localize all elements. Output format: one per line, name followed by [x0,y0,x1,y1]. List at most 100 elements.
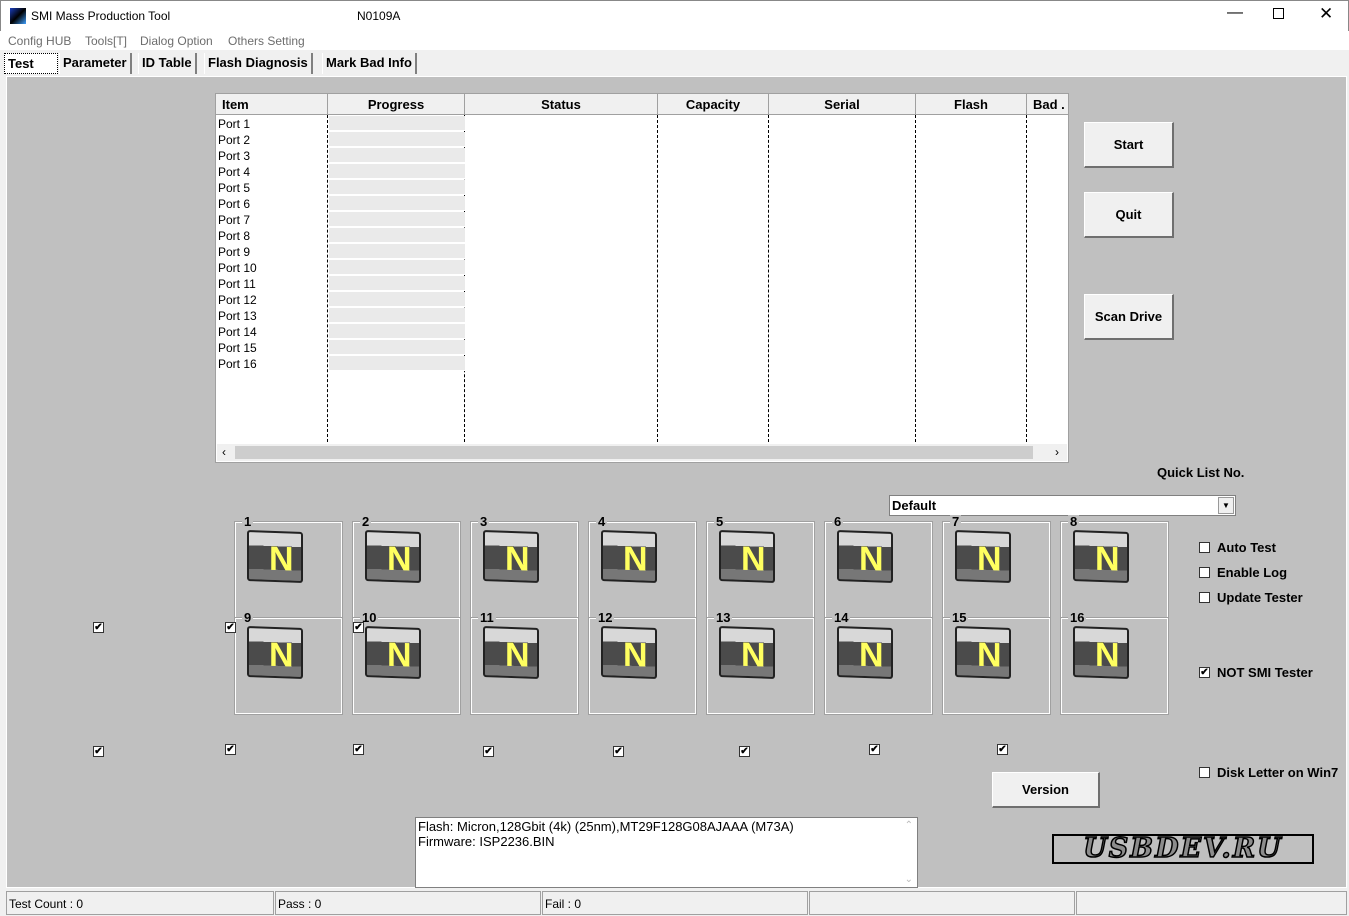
column-header[interactable]: Item [216,94,328,115]
minimize-button[interactable]: — [1227,4,1243,22]
drive-status-icon: N [837,626,893,679]
port-checkbox[interactable]: ✔ [869,744,880,755]
port-checkbox[interactable]: ✔ [739,746,750,757]
menu-dialog-option[interactable]: Dialog Option [140,34,213,48]
port-slot[interactable]: 2N [352,515,461,619]
drive-letter: N [1095,635,1120,675]
close-button[interactable]: ✕ [1319,4,1333,24]
scroll-up-icon[interactable]: ⌃ [905,820,913,831]
drive-letter: N [623,539,648,579]
test-count-status: Test Count : 0 [6,891,274,915]
port-slot[interactable]: 16 N [1060,611,1169,715]
scan-drive-button[interactable]: Scan Drive [1084,294,1174,340]
port-row-label[interactable]: Port 15 [218,340,257,356]
port-row-label[interactable]: Port 5 [218,180,250,196]
port-row-label[interactable]: Port 16 [218,356,257,372]
port-slot[interactable]: 15 N [942,611,1051,715]
port-row-label[interactable]: Port 11 [218,276,256,292]
port-slot[interactable]: 4N [588,515,697,619]
port-slot[interactable]: 14 N [824,611,933,715]
column-header[interactable]: Serial [769,94,916,115]
port-row-label[interactable]: Port 3 [218,148,250,164]
port-checkbox[interactable]: ✔ [353,622,364,633]
progress-bar [329,116,465,131]
column-header[interactable]: Capacity [658,94,769,115]
option-checkbox[interactable] [1199,567,1210,578]
port-slot[interactable]: 3N [470,515,579,619]
quit-button[interactable]: Quit [1084,192,1174,238]
column-header[interactable]: Status [465,94,658,115]
port-slot[interactable]: 7N [942,515,1051,619]
drive-letter: N [505,539,530,579]
tab-mark-bad-info[interactable]: Mark Bad Info [322,53,417,74]
port-checkbox[interactable]: ✔ [225,622,236,633]
horizontal-scrollbar[interactable]: ‹ › [217,444,1067,461]
tab-flash-diagnosis[interactable]: Flash Diagnosis [204,53,313,74]
column-header[interactable]: Progress [328,94,465,115]
menu-config-hub[interactable]: Config HUB [8,34,71,48]
drive-letter: N [269,635,294,675]
option-checkbox[interactable] [1199,592,1210,603]
column-header[interactable]: Flash [916,94,1027,115]
port-row-label[interactable]: Port 14 [218,324,257,340]
scroll-thumb[interactable] [235,446,1033,459]
port-slot[interactable]: 13 N [706,611,815,715]
port-row-label[interactable]: Port 6 [218,196,250,212]
port-slot[interactable]: 1N [234,515,343,619]
option-checkbox[interactable] [1199,767,1210,778]
port-row-label[interactable]: Port 8 [218,228,250,244]
chevron-down-icon[interactable]: ▼ [1218,497,1234,514]
port-row-label[interactable]: Port 9 [218,244,250,260]
port-checkbox[interactable]: ✔ [483,746,494,757]
port-slot[interactable]: 11 N [470,611,579,715]
quick-list-select[interactable]: Default ▼ [889,495,1236,516]
column-header[interactable]: Bad . [1027,94,1069,115]
port-number: 8 [1068,514,1080,529]
version-button[interactable]: Version [992,772,1100,808]
port-list[interactable]: Item Progress Status Capacity Serial Flash Bad… [215,93,1069,463]
drive-status-icon: N [1073,530,1129,583]
port-slot[interactable]: 6N [824,515,933,619]
port-checkbox[interactable]: ✔ [93,746,104,757]
drive-status-icon: N [247,530,303,583]
port-row-label[interactable]: Port 4 [218,164,250,180]
start-button[interactable]: Start [1084,122,1174,168]
port-slot[interactable]: 9N [234,611,343,715]
tab-test[interactable]: Test [4,53,58,74]
port-checkbox[interactable]: ✔ [225,744,236,755]
menu-tools[interactable]: Tools[T] [85,34,127,48]
option-checkbox[interactable] [1199,542,1210,553]
port-checkbox[interactable]: ✔ [613,746,624,757]
port-slot[interactable]: 8N [1060,515,1169,619]
port-row-label[interactable]: Port 12 [218,292,257,308]
drive-status-icon: N [837,530,893,583]
port-checkbox[interactable]: ✔ [353,744,364,755]
port-slot[interactable]: 12 N [588,611,697,715]
port-number: 4 [596,514,608,529]
port-row-label[interactable]: Port 1 [218,116,250,132]
port-checkbox[interactable]: ✔ [93,622,104,633]
menu-bar: Config HUB Tools[T] Dialog Option Others… [0,31,1349,50]
port-checkbox[interactable]: ✔ [997,744,1008,755]
firmware-info-line: Firmware: ISP2236.BIN [418,834,555,849]
option-checkbox[interactable]: ✔ [1199,667,1210,678]
port-number: 11 [478,610,496,625]
scroll-left-icon[interactable]: ‹ [222,445,226,459]
tab-parameter[interactable]: Parameter [59,53,132,74]
column-divider [1026,115,1027,442]
maximize-button[interactable] [1273,8,1284,19]
scroll-right-icon[interactable]: › [1055,445,1059,459]
port-slot[interactable]: 5N [706,515,815,619]
port-row-label[interactable]: Port 10 [218,260,257,276]
port-row-label[interactable]: Port 13 [218,308,257,324]
menu-others-setting[interactable]: Others Setting [228,34,305,48]
port-number: 2 [360,514,372,529]
status-segment [809,891,1075,915]
drive-status-icon: N [483,530,539,583]
port-slot[interactable]: 10 N [352,611,461,715]
scroll-down-icon[interactable]: ⌄ [905,874,913,885]
port-row-label[interactable]: Port 7 [218,212,250,228]
port-row-label[interactable]: Port 2 [218,132,250,148]
flash-info-box[interactable]: Flash: Micron,128Gbit (4k) (25nm),MT29F1… [415,817,918,888]
tab-id-table[interactable]: ID Table [138,53,197,74]
